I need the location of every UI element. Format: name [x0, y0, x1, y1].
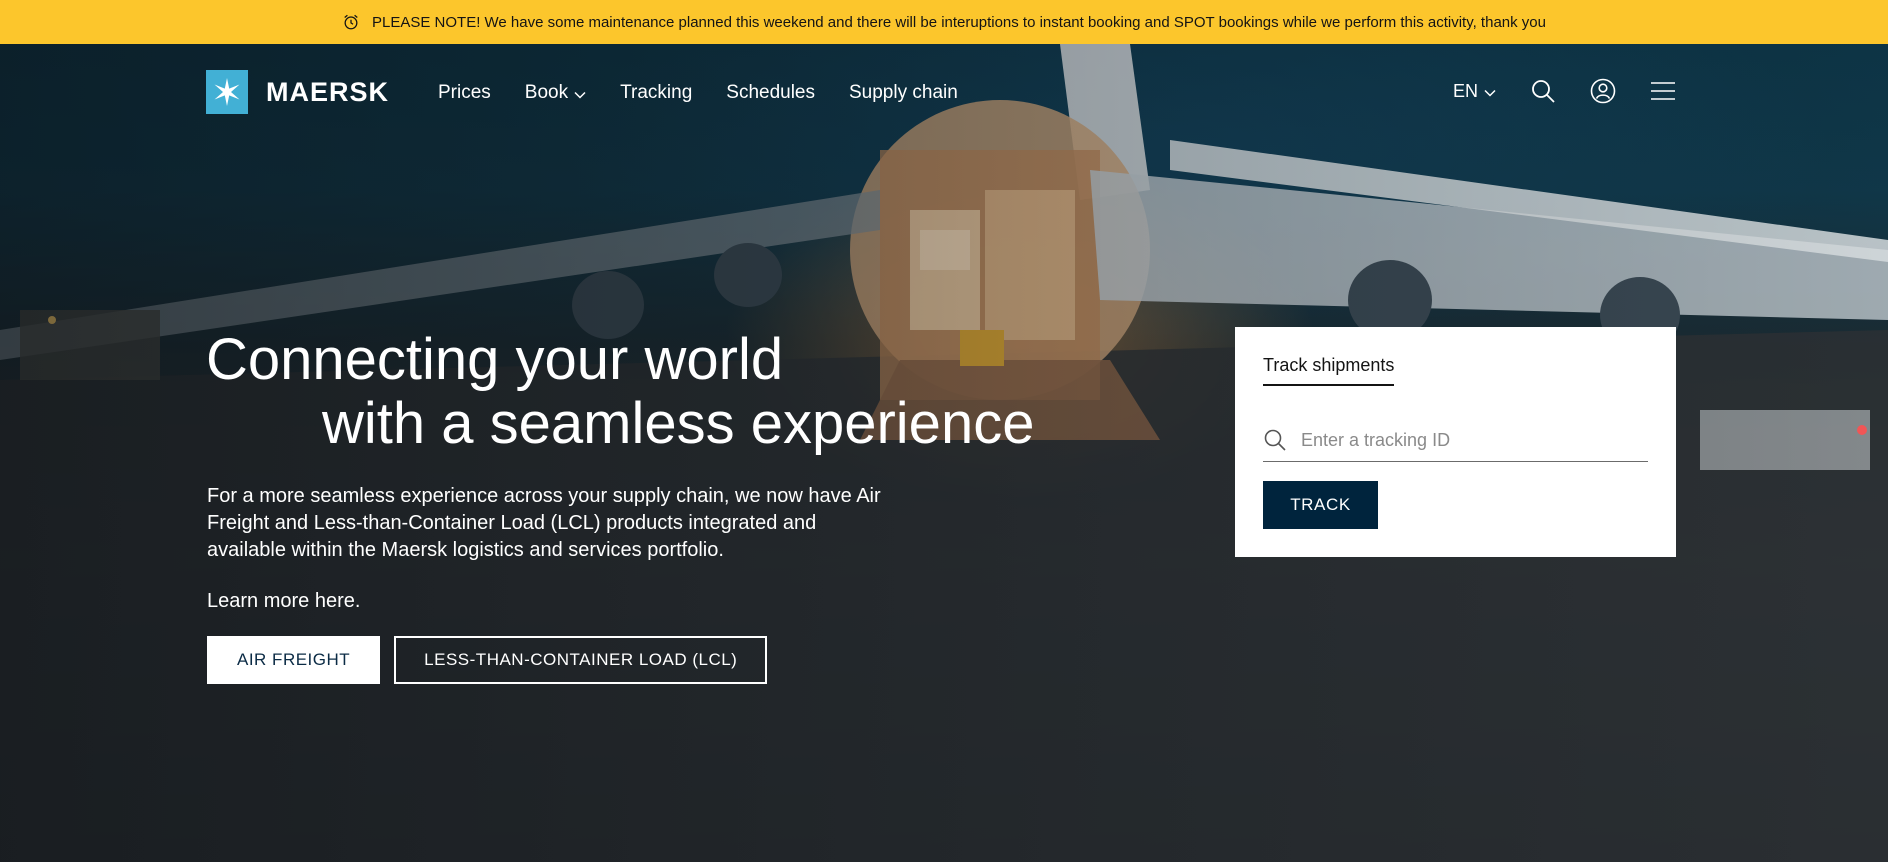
tracking-id-field — [1263, 419, 1648, 462]
language-label: EN — [1453, 80, 1479, 101]
nav-book[interactable]: Book — [525, 82, 586, 104]
alarm-clock-icon — [344, 14, 358, 30]
nav-supply-chain[interactable]: Supply chain — [849, 82, 958, 104]
lcl-button[interactable]: LESS-THAN-CONTAINER LOAD (LCL) — [394, 636, 768, 684]
brand-name: MAERSK — [266, 76, 390, 107]
tracking-id-input[interactable] — [1299, 428, 1643, 452]
maersk-logo[interactable]: MAERSK — [206, 70, 389, 114]
notice-text: PLEASE NOTE! We have some maintenance pl… — [372, 13, 1546, 31]
tab-track-shipments[interactable]: Track shipments — [1263, 355, 1395, 386]
air-freight-button[interactable]: AIR FREIGHT — [207, 636, 381, 684]
star-logo-icon — [206, 70, 248, 114]
track-shipments-card: Track shipments TRACK — [1235, 327, 1676, 557]
main-nav: Prices Book Tracking Schedules Supply ch… — [438, 82, 958, 104]
nav-schedules-label: Schedules — [726, 82, 815, 103]
site-header: MAERSK Prices Book Tracking Schedules Su… — [0, 44, 1888, 142]
hero-headline: Connecting your world with a seamless ex… — [206, 328, 1034, 456]
track-button[interactable]: TRACK — [1263, 481, 1378, 529]
maintenance-notice-banner: PLEASE NOTE! We have some maintenance pl… — [0, 0, 1888, 44]
chevron-down-icon — [574, 91, 586, 99]
hamburger-menu-icon[interactable] — [1650, 78, 1676, 104]
search-icon[interactable] — [1530, 78, 1556, 104]
hero-buttons: AIR FREIGHT LESS-THAN-CONTAINER LOAD (LC… — [207, 636, 768, 684]
learn-more-text: Learn more here. — [207, 590, 361, 612]
chevron-down-icon — [1484, 89, 1496, 97]
headline-line-2: with a seamless experience — [322, 391, 1035, 456]
language-selector[interactable]: EN — [1453, 81, 1496, 102]
nav-schedules[interactable]: Schedules — [726, 82, 815, 104]
user-account-icon[interactable] — [1590, 78, 1616, 104]
nav-tracking-label: Tracking — [620, 82, 693, 103]
nav-tracking[interactable]: Tracking — [620, 82, 692, 104]
search-icon — [1264, 429, 1286, 451]
nav-supply-chain-label: Supply chain — [849, 82, 958, 103]
nav-book-label: Book — [524, 82, 569, 103]
headline-line-1: Connecting your world — [206, 327, 784, 392]
nav-prices-label: Prices — [438, 82, 491, 103]
nav-prices[interactable]: Prices — [438, 82, 491, 104]
header-tools: EN — [1453, 78, 1676, 104]
hero-body-text: For a more seamless experience across yo… — [207, 485, 881, 561]
